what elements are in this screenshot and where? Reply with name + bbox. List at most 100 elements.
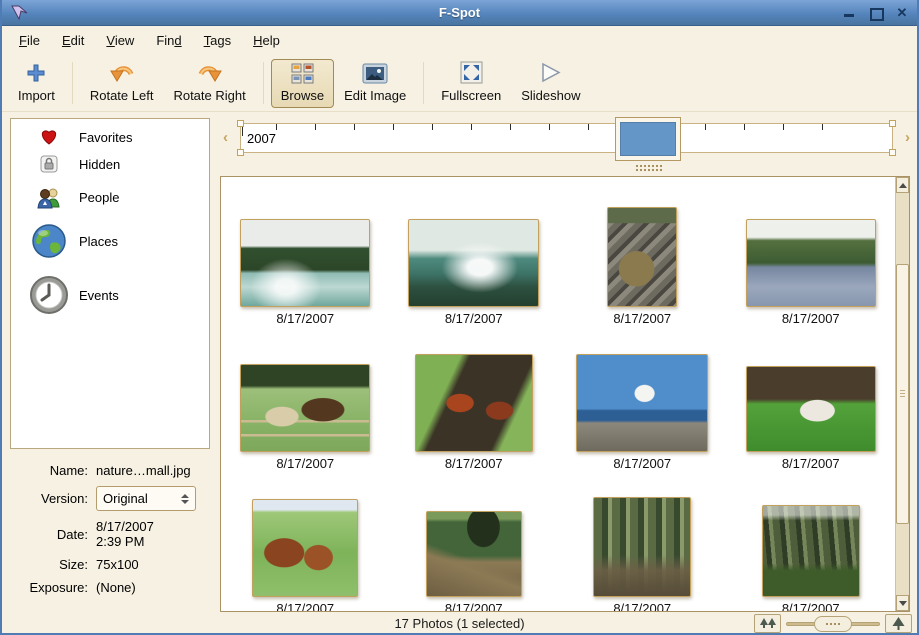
timeline-handle[interactable] [237,149,244,156]
browse-button[interactable]: Browse [271,59,334,108]
menu-item-edit[interactable]: Edit [51,28,95,53]
photo-cell: 8/17/2007 [727,326,896,471]
close-button[interactable]: ✕ [895,7,909,19]
tag-row-events[interactable]: Events [11,266,209,324]
toolbar-separator [423,62,424,104]
menu-item-tags[interactable]: Tags [193,28,242,53]
version-value: Original [103,491,148,506]
zoom-out-button[interactable] [754,614,781,633]
version-dropdown[interactable]: Original [96,486,196,511]
photo-thumbnail-boulder[interactable] [607,207,677,307]
photo-date-label: 8/17/2007 [276,601,334,611]
edit-image-icon [362,63,388,84]
titlebar[interactable]: F-Spot ✕ [2,0,917,26]
slideshow-label: Slideshow [521,88,580,103]
photo-thumbnail-cows[interactable] [252,499,358,597]
menu-item-file[interactable]: File [8,28,51,53]
large-tree-icon [892,617,905,631]
timeline-right-arrow[interactable]: › [905,129,910,146]
tag-row-hidden[interactable]: Hidden [11,150,209,178]
zoom-in-button[interactable] [885,614,912,633]
version-label: Version: [2,491,88,506]
timeline-handle[interactable] [889,149,896,156]
exposure-label: Exposure: [2,580,88,595]
rotate-right-button[interactable]: Rotate Right [163,59,255,108]
photo-date-label: 8/17/2007 [782,311,840,326]
timeline-tick [549,124,550,130]
slider-handle[interactable] [814,616,852,632]
timeline-selected-range [620,122,676,156]
timeline-strip[interactable]: 2007 [240,123,893,153]
photo-thumbnail-pelican[interactable] [576,354,708,452]
photo-thumbnail-forest-path[interactable] [593,497,691,597]
photo-thumbnail-roosters[interactable] [415,354,533,452]
tag-row-people[interactable]: People [11,178,209,216]
edit-image-button[interactable]: Edit Image [334,59,416,108]
people-icon [36,185,63,209]
maximize-button[interactable] [869,7,883,19]
timeline-tick [432,124,433,130]
fspot-logo-icon [10,4,30,21]
import-plus-icon [25,62,47,84]
slideshow-button[interactable]: Slideshow [511,59,590,108]
photo-date-label: 8/17/2007 [613,311,671,326]
photo-thumbnail-park-path[interactable] [426,511,522,597]
date-value: 8/17/2007 [96,519,154,534]
timeline-left-arrow[interactable]: ‹ [223,129,228,146]
photo-thumbnail-goat[interactable] [746,366,876,452]
vertical-scrollbar[interactable] [895,177,909,611]
timeline-tick [276,124,277,130]
photo-thumbnail-lake[interactable] [746,219,876,307]
tag-row-favorites[interactable]: Favorites [11,124,209,150]
thumbnail-zoom-controls [754,614,917,633]
lock-icon [40,155,58,173]
photo-grid-area: 8/17/20078/17/20078/17/20078/17/20078/17… [220,176,910,612]
scroll-up-button[interactable] [896,177,909,193]
fullscreen-button[interactable]: Fullscreen [431,59,511,108]
timeline-tick [744,124,745,130]
scroll-down-button[interactable] [896,595,909,611]
rotate-left-button[interactable]: Rotate Left [80,59,164,108]
heart-icon [39,128,59,146]
timeline-year-label: 2007 [247,131,276,146]
tag-row-places[interactable]: Places [11,216,209,266]
thumbnail-size-slider[interactable] [786,615,880,633]
minimize-button[interactable] [843,7,857,19]
scrollbar-thumb[interactable] [896,264,909,524]
photo-date-label: 8/17/2007 [276,456,334,471]
fullscreen-label: Fullscreen [441,88,501,103]
timeline-handle[interactable] [889,120,896,127]
timeline-range-slider[interactable] [615,117,681,161]
photo-date-label: 8/17/2007 [613,456,671,471]
menu-item-view[interactable]: View [95,28,145,53]
timeline-tick [822,124,823,130]
window-title: F-Spot [2,5,917,20]
rotate-left-icon [109,60,135,84]
photo-thumbnail-forest[interactable] [762,505,860,597]
menu-item-help[interactable]: Help [242,28,291,53]
down-arrow-icon [899,601,907,606]
photo-cell: 8/17/2007 [558,181,727,326]
timeline-tick [354,124,355,130]
timeline-slider-grip[interactable] [636,165,662,171]
photo-cell: 8/17/2007 [221,181,390,326]
timeline-tick [315,124,316,130]
photo-thumbnail-ponies[interactable] [240,364,370,452]
photo-thumbnail-river[interactable] [240,219,370,307]
toolbar-separator [263,62,264,104]
timeline-tick [471,124,472,130]
menubar-items: FileEditViewFindTagsHelp [2,26,917,55]
photo-date-label: 8/17/2007 [782,601,840,611]
rotate-right-label: Rotate Right [173,88,245,103]
photo-date-label: 8/17/2007 [613,601,671,611]
statusbar: 17 Photos (1 selected) [2,612,917,635]
menu-item-find[interactable]: Find [145,28,192,53]
photo-thumbnail-falls[interactable] [408,219,539,307]
name-label: Name: [2,463,88,478]
import-button[interactable]: Import [8,59,65,108]
photo-cell: 8/17/2007 [390,471,559,611]
tag-label-events: Events [79,288,119,303]
timeline-handle[interactable] [237,120,244,127]
date-label: Date: [2,527,88,542]
fullscreen-icon [460,61,483,84]
